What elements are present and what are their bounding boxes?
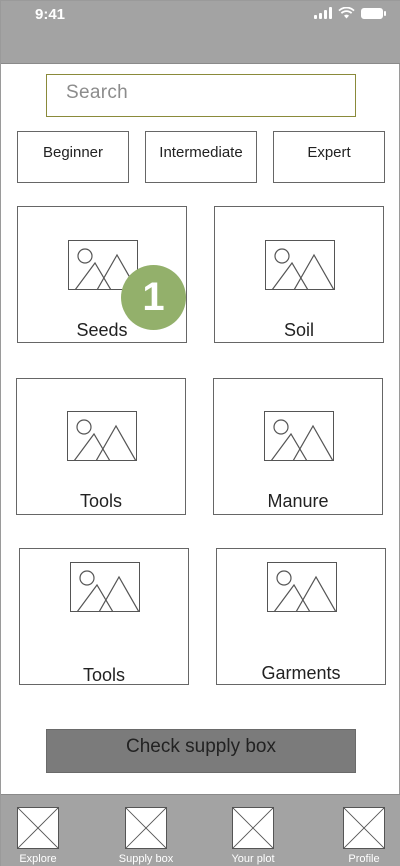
wifi-icon (338, 7, 355, 19)
level-button-beginner[interactable]: Beginner (17, 131, 129, 183)
annotation-badge: 1 (121, 265, 186, 330)
image-placeholder-icon (267, 562, 337, 612)
search-input[interactable]: Search (46, 74, 356, 117)
card-label: Garments (261, 663, 341, 683)
tab-profile[interactable]: Profile (334, 807, 394, 865)
tab-label: Your plot (231, 853, 275, 865)
status-icons (314, 7, 386, 19)
placeholder-x-icon (125, 807, 167, 849)
tab-label: Profile (348, 853, 380, 865)
tab-supply-box[interactable]: Supply box (116, 807, 176, 865)
card-label: Manure (267, 491, 329, 511)
cellular-signal-icon (314, 7, 332, 19)
tab-your-plot[interactable]: Your plot (223, 807, 283, 865)
placeholder-x-icon (343, 807, 385, 849)
battery-icon (361, 7, 386, 19)
placeholder-x-icon (17, 807, 59, 849)
search-placeholder: Search (66, 82, 129, 103)
category-card-manure[interactable]: Manure (213, 378, 383, 515)
placeholder-x-icon (232, 807, 274, 849)
tab-label: Supply box (118, 853, 174, 865)
category-card-soil[interactable]: Soil (214, 206, 384, 343)
status-bar: 9:41 (1, 1, 400, 64)
card-label: Soil (283, 320, 314, 340)
card-label: Tools (82, 665, 126, 685)
category-card-tools-2[interactable]: Tools (19, 548, 189, 685)
card-label: Tools (79, 491, 123, 511)
level-button-expert[interactable]: Expert (273, 131, 385, 183)
category-card-garments[interactable]: Garments (216, 548, 386, 685)
tab-explore[interactable]: Explore (8, 807, 68, 865)
image-placeholder-icon (264, 411, 334, 461)
level-button-intermediate[interactable]: Intermediate (145, 131, 257, 183)
phone-frame: 9:41 Search Beginner Intermediate Expert… (0, 0, 400, 866)
tab-bar: Explore Supply box Your plot Profile (1, 794, 400, 866)
check-supply-box-button[interactable]: Check supply box (46, 729, 356, 773)
tab-label: Explore (19, 853, 57, 865)
image-placeholder-icon (265, 240, 335, 290)
image-placeholder-icon (70, 562, 140, 612)
image-placeholder-icon (67, 411, 137, 461)
category-card-tools[interactable]: Tools (16, 378, 186, 515)
status-time: 9:41 (35, 6, 66, 23)
